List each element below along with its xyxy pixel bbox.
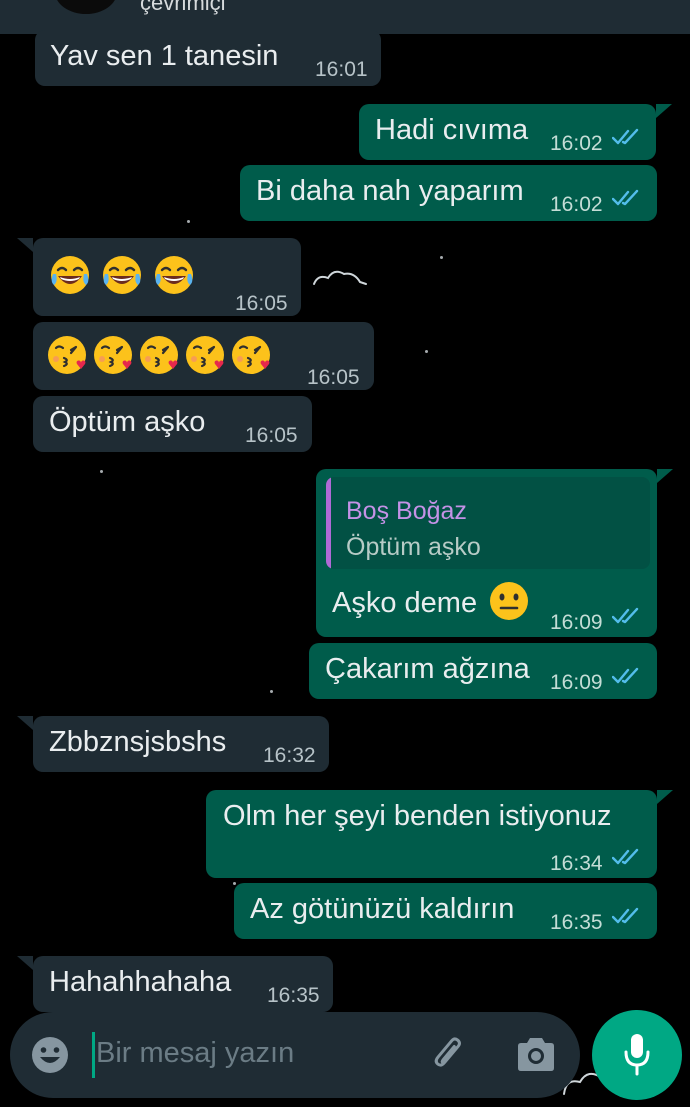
quoted-text: Öptüm aşko bbox=[346, 533, 481, 561]
face-blowing-a-kiss-icon bbox=[231, 334, 273, 376]
message-text: Bi daha nah yaparım bbox=[256, 175, 524, 207]
quote-accent-bar bbox=[326, 477, 331, 569]
message-time: 16:01 bbox=[315, 58, 368, 81]
message-text: Aşko deme bbox=[332, 587, 478, 619]
message-time: 16:05 bbox=[245, 424, 298, 447]
read-receipt-icon bbox=[612, 128, 642, 146]
chat-header: çevrimiçi bbox=[0, 0, 690, 34]
face-with-tears-of-joy-icon bbox=[49, 254, 91, 296]
contact-avatar[interactable] bbox=[55, 0, 117, 14]
message-time: 16:09 bbox=[550, 671, 603, 694]
message-time: 16:34 bbox=[550, 852, 603, 875]
face-blowing-a-kiss-icon bbox=[93, 334, 135, 376]
paperclip-icon[interactable] bbox=[428, 1034, 470, 1076]
message-text: Zbbznsjsbshs bbox=[49, 726, 227, 758]
quoted-message[interactable]: Boş Boğaz Öptüm aşko bbox=[326, 477, 650, 569]
quoted-sender-name: Boş Boğaz bbox=[346, 497, 467, 525]
message-bubble-incoming[interactable]: 16:05 bbox=[17, 238, 301, 316]
message-text: Olm her şeyi benden istiyonuz bbox=[223, 800, 612, 832]
message-time: 16:09 bbox=[550, 611, 603, 634]
wallpaper-doodle bbox=[187, 220, 190, 223]
read-receipt-icon bbox=[612, 189, 642, 207]
message-text: Hahahhahaha bbox=[49, 966, 232, 998]
face-blowing-a-kiss-icon bbox=[47, 334, 89, 376]
message-bubble-outgoing[interactable]: Hadi cıvıma 16:02 bbox=[359, 104, 672, 160]
message-bubble-incoming[interactable]: 16:05 bbox=[33, 322, 374, 390]
message-input[interactable]: Bir mesaj yazın bbox=[96, 1037, 294, 1070]
wallpaper-cloud-doodle bbox=[313, 270, 367, 285]
message-bubble-outgoing[interactable]: Çakarım ağzına 16:09 bbox=[309, 643, 657, 699]
camera-icon[interactable] bbox=[514, 1036, 558, 1074]
microphone-icon bbox=[624, 1034, 650, 1076]
wallpaper-doodle bbox=[100, 470, 103, 473]
message-text: Yav sen 1 tanesin bbox=[50, 40, 279, 72]
message-text: Az götünüzü kaldırın bbox=[250, 893, 515, 925]
voice-message-button[interactable] bbox=[592, 1010, 682, 1100]
message-bubble-incoming[interactable]: Yav sen 1 tanesin 16:01 bbox=[35, 30, 381, 86]
message-bubble-outgoing[interactable]: Bi daha nah yaparım 16:02 bbox=[240, 165, 657, 221]
read-receipt-icon bbox=[612, 667, 642, 685]
message-time: 16:05 bbox=[235, 292, 288, 315]
face-with-tears-of-joy-icon bbox=[153, 254, 195, 296]
message-time: 16:35 bbox=[550, 911, 603, 934]
read-receipt-icon bbox=[612, 848, 642, 866]
face-blowing-a-kiss-icon bbox=[139, 334, 181, 376]
message-time: 16:35 bbox=[267, 984, 320, 1007]
text-cursor bbox=[92, 1032, 95, 1078]
wallpaper-doodle bbox=[233, 882, 236, 885]
message-time: 16:05 bbox=[307, 366, 360, 389]
message-text: Hadi cıvıma bbox=[375, 114, 529, 146]
face-with-tears-of-joy-icon bbox=[101, 254, 143, 296]
face-blowing-a-kiss-icon bbox=[185, 334, 227, 376]
read-receipt-icon bbox=[612, 907, 642, 925]
message-bubble-incoming[interactable]: Hahahhahaha 16:35 bbox=[17, 956, 333, 1012]
message-bubble-outgoing-reply[interactable]: Boş Boğaz Öptüm aşko Aşko deme 16:09 bbox=[316, 469, 673, 637]
wallpaper-doodle bbox=[440, 256, 443, 259]
message-bubble-outgoing[interactable]: Az götünüzü kaldırın 16:35 bbox=[234, 883, 657, 939]
message-text: Öptüm aşko bbox=[49, 406, 206, 438]
neutral-face-icon bbox=[488, 580, 530, 622]
message-bubble-outgoing[interactable]: Olm her şeyi benden istiyonuz 16:34 bbox=[206, 790, 673, 878]
contact-status: çevrimiçi bbox=[140, 0, 226, 15]
message-time: 16:32 bbox=[263, 744, 316, 767]
read-receipt-icon bbox=[612, 607, 642, 625]
message-bubble-incoming[interactable]: Öptüm aşko 16:05 bbox=[33, 396, 312, 452]
wallpaper-doodle bbox=[270, 690, 273, 693]
message-composer[interactable]: Bir mesaj yazın bbox=[10, 1012, 580, 1098]
emoji-icon[interactable] bbox=[30, 1035, 70, 1075]
message-time: 16:02 bbox=[550, 193, 603, 216]
wallpaper-doodle bbox=[425, 350, 428, 353]
message-text: Çakarım ağzına bbox=[325, 653, 530, 685]
message-time: 16:02 bbox=[550, 132, 603, 155]
message-bubble-incoming[interactable]: Zbbznsjsbshs 16:32 bbox=[17, 716, 329, 772]
